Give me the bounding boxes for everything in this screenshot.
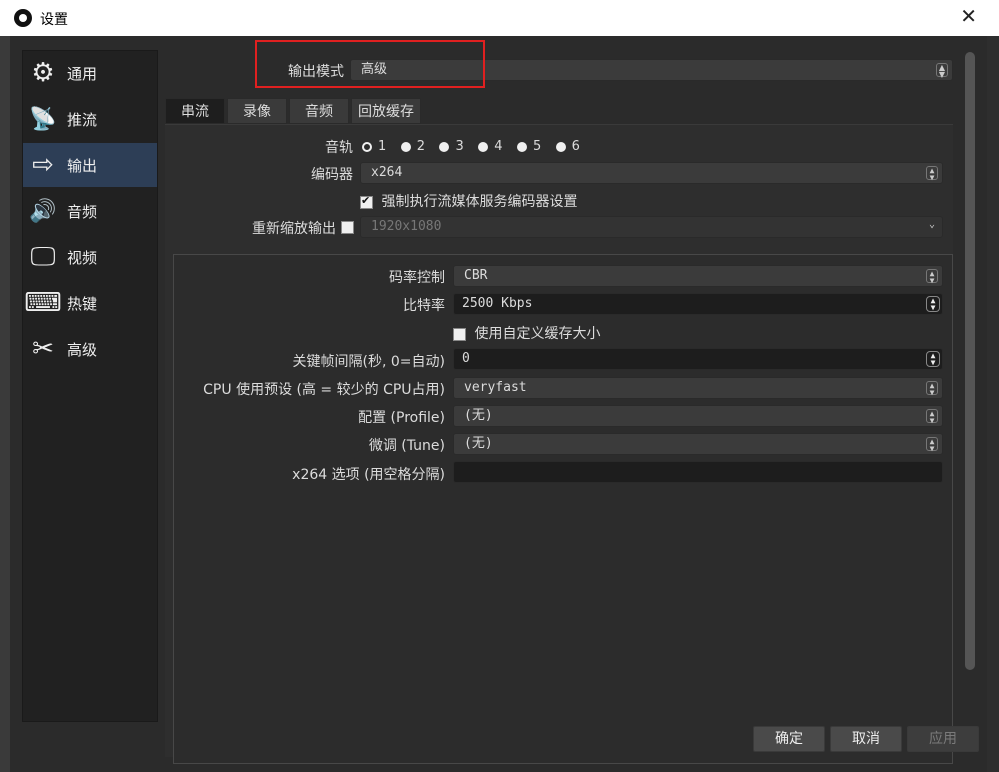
updown-arrow-icon: ▲ ▼ bbox=[926, 381, 938, 397]
tune-value: (无) bbox=[464, 436, 493, 451]
radio-button[interactable] bbox=[439, 141, 450, 152]
gear-icon: ⚙ bbox=[31, 58, 55, 88]
antenna-icon: 📡 bbox=[29, 106, 57, 132]
enforce-encoder-checkbox[interactable] bbox=[360, 194, 373, 209]
keyframe-interval-spinbox[interactable]: 0 ▲ ▼ bbox=[453, 348, 943, 370]
encoder-label: 编码器 bbox=[311, 167, 353, 183]
updown-arrow-icon: ▲ ▼ bbox=[926, 437, 938, 453]
sidebar-item-label: 音频 bbox=[67, 202, 98, 221]
keyframe-interval-value: 0 bbox=[462, 351, 470, 366]
output-icon: ⇨ bbox=[32, 150, 54, 180]
bitrate-value: 2500 Kbps bbox=[462, 296, 533, 311]
radio-button[interactable] bbox=[555, 141, 566, 152]
profile-value: (无) bbox=[464, 408, 493, 423]
updown-arrow-icon: ▲ ▼ bbox=[926, 409, 938, 425]
sidebar-item-audio[interactable]: 🔊 音频 bbox=[23, 189, 157, 233]
chevron-down-icon: ⌄ bbox=[928, 219, 936, 230]
sidebar-item-general[interactable]: ⚙ 通用 bbox=[23, 51, 157, 95]
custom-buffer-checkbox[interactable] bbox=[453, 327, 466, 341]
sidebar-item-label: 输出 bbox=[67, 156, 98, 175]
tune-label: 微调 (Tune) bbox=[368, 438, 445, 454]
background-window-edge-right bbox=[987, 36, 999, 772]
monitor-icon: 🖵 bbox=[30, 241, 56, 272]
ok-button[interactable]: 确定 bbox=[753, 726, 825, 752]
cpu-preset-value: veryfast bbox=[464, 380, 527, 395]
profile-label: 配置 (Profile) bbox=[358, 410, 445, 426]
close-icon[interactable]: ✕ bbox=[960, 6, 977, 26]
speaker-icon: 🔊 bbox=[29, 198, 57, 224]
track-option-1[interactable]: 1 bbox=[362, 139, 386, 154]
radio-button-selected[interactable] bbox=[362, 141, 372, 152]
track-option-5[interactable]: 5 bbox=[516, 139, 541, 154]
encoder-value: x264 bbox=[371, 165, 403, 180]
sidebar-item-advanced[interactable]: ✂ 高级 bbox=[23, 327, 157, 371]
track-option-3[interactable]: 3 bbox=[439, 139, 464, 154]
spin-arrows-icon[interactable]: ▲ ▼ bbox=[926, 296, 940, 312]
updown-arrow-icon: ▲ ▼ bbox=[936, 63, 948, 79]
x264-options-label: x264 选项 (用空格分隔) bbox=[292, 467, 445, 483]
track-option-4[interactable]: 4 bbox=[478, 139, 502, 154]
bitrate-spinbox[interactable]: 2500 Kbps ▲ ▼ bbox=[453, 293, 943, 315]
tab-streaming[interactable]: 串流 bbox=[165, 98, 225, 124]
radio-button[interactable] bbox=[516, 141, 527, 152]
tools-icon: ✂ bbox=[32, 334, 54, 364]
sidebar-item-hotkeys[interactable]: ⌨ 热键 bbox=[23, 281, 157, 325]
tab-audio[interactable]: 音频 bbox=[289, 98, 349, 124]
rescale-output-checkbox[interactable] bbox=[341, 221, 354, 234]
tab-recording[interactable]: 录像 bbox=[227, 98, 287, 124]
cpu-preset-label: CPU 使用预设 (高 = 较少的 CPU占用) bbox=[203, 382, 445, 398]
sidebar-item-output[interactable]: ⇨ 输出 bbox=[23, 143, 157, 187]
updown-arrow-icon: ▲ ▼ bbox=[926, 269, 938, 285]
highlight-annotation-box bbox=[255, 40, 485, 88]
tune-select[interactable]: (无) ▲ ▼ bbox=[453, 433, 943, 455]
track-option-6[interactable]: 6 bbox=[555, 139, 580, 154]
title-bar: 设置 ✕ bbox=[0, 0, 999, 36]
sidebar-item-label: 视频 bbox=[67, 248, 98, 267]
spin-arrows-icon[interactable]: ▲ ▼ bbox=[926, 351, 940, 367]
x264-options-input[interactable] bbox=[453, 461, 943, 483]
rate-control-label: 码率控制 bbox=[389, 270, 445, 286]
cpu-preset-select[interactable]: veryfast ▲ ▼ bbox=[453, 377, 943, 399]
updown-arrow-icon: ▲ ▼ bbox=[926, 166, 938, 182]
radio-button[interactable] bbox=[478, 141, 489, 152]
keyboard-icon: ⌨ bbox=[24, 288, 62, 318]
window-title: 设置 bbox=[40, 12, 68, 28]
profile-select[interactable]: (无) ▲ ▼ bbox=[453, 405, 943, 427]
background-window-edge bbox=[0, 36, 10, 772]
audio-track-radio-group: 1 2 3 4 5 6 bbox=[362, 138, 590, 154]
bitrate-label: 比特率 bbox=[403, 298, 445, 314]
audio-track-label: 音轨 bbox=[325, 140, 353, 156]
enforce-encoder-settings-option[interactable]: 强制执行流媒体服务编码器设置 bbox=[360, 191, 577, 211]
enforce-encoder-label: 强制执行流媒体服务编码器设置 bbox=[381, 194, 578, 210]
rate-control-value: CBR bbox=[464, 268, 488, 283]
tab-replay-buffer[interactable]: 回放缓存 bbox=[351, 98, 421, 124]
rescale-resolution-value: 1920x1080 bbox=[371, 219, 442, 234]
cancel-button[interactable]: 取消 bbox=[830, 726, 902, 752]
sidebar-item-video[interactable]: 🖵 视频 bbox=[23, 235, 157, 279]
sidebar-item-label: 通用 bbox=[67, 64, 98, 83]
obs-logo-icon bbox=[14, 9, 32, 27]
encoder-select[interactable]: x264 ▲ ▼ bbox=[360, 162, 943, 184]
rate-control-select[interactable]: CBR ▲ ▼ bbox=[453, 265, 943, 287]
custom-buffer-option[interactable]: 使用自定义缓存大小 bbox=[453, 323, 600, 343]
rescale-output-label: 重新缩放输出 bbox=[252, 221, 336, 237]
vertical-scrollbar[interactable] bbox=[965, 52, 975, 670]
sidebar-item-label: 推流 bbox=[67, 110, 98, 129]
sidebar-item-label: 热键 bbox=[67, 294, 98, 313]
track-option-2[interactable]: 2 bbox=[400, 139, 425, 154]
sidebar-item-stream[interactable]: 📡 推流 bbox=[23, 97, 157, 141]
rescale-resolution-select: 1920x1080 ⌄ bbox=[360, 216, 943, 238]
keyframe-interval-label: 关键帧间隔(秒, 0=自动) bbox=[292, 354, 445, 370]
radio-button[interactable] bbox=[400, 141, 411, 152]
sidebar-item-label: 高级 bbox=[67, 340, 98, 359]
apply-button[interactable]: 应用 bbox=[907, 726, 979, 752]
custom-buffer-label: 使用自定义缓存大小 bbox=[474, 326, 601, 342]
settings-sidebar: ⚙ 通用 📡 推流 ⇨ 输出 🔊 音频 🖵 视频 ⌨ 热键 ✂ 高级 bbox=[22, 50, 158, 722]
settings-dialog: ⚙ 通用 📡 推流 ⇨ 输出 🔊 音频 🖵 视频 ⌨ 热键 ✂ 高级 输出模式 bbox=[10, 36, 987, 772]
